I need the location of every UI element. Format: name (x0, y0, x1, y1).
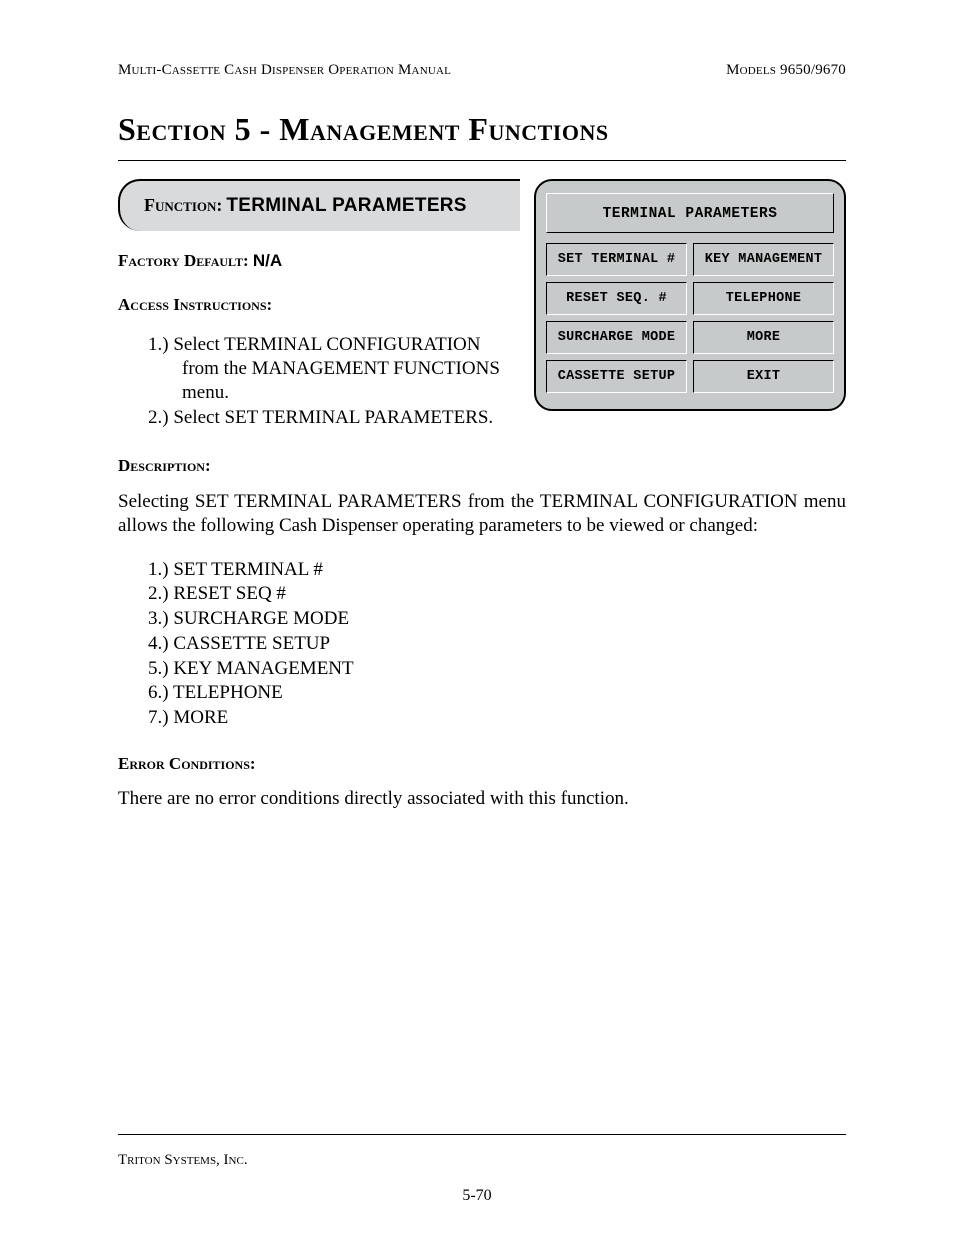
header-right: Models 9650/9670 (726, 62, 846, 79)
factory-default-label: Factory Default: (118, 251, 249, 270)
atm-button-set-terminal[interactable]: SET TERMINAL # (546, 243, 687, 276)
error-conditions-label: Error Conditions: (118, 754, 846, 774)
atm-button-key-management[interactable]: KEY MANAGEMENT (693, 243, 834, 276)
title-rule (118, 160, 846, 161)
atm-button-surcharge-mode[interactable]: SURCHARGE MODE (546, 321, 687, 354)
atm-screenshot: TERMINAL PARAMETERS SET TERMINAL # KEY M… (534, 179, 846, 411)
atm-button-telephone[interactable]: TELEPHONE (693, 282, 834, 315)
param-item: 5.) KEY MANAGEMENT (148, 657, 846, 681)
atm-button-grid: SET TERMINAL # KEY MANAGEMENT RESET SEQ.… (546, 243, 834, 393)
atm-button-cassette-setup[interactable]: CASSETTE SETUP (546, 360, 687, 393)
page-header: Multi-Cassette Cash Dispenser Operation … (118, 62, 846, 79)
function-banner: Function: TERMINAL PARAMETERS (118, 179, 520, 231)
param-item: 2.) RESET SEQ # (148, 582, 846, 606)
header-left: Multi-Cassette Cash Dispenser Operation … (118, 62, 451, 79)
access-instructions-label: Access Instructions: (118, 295, 520, 315)
content-row: Function: TERMINAL PARAMETERS Factory De… (118, 179, 846, 432)
page-number: 5-70 (0, 1187, 954, 1205)
error-conditions-body: There are no error conditions directly a… (118, 788, 846, 810)
access-steps: 1.) Select TERMINAL CONFIGURATION from t… (118, 333, 520, 430)
atm-button-exit[interactable]: EXIT (693, 360, 834, 393)
atm-button-reset-seq[interactable]: RESET SEQ. # (546, 282, 687, 315)
description-body: Selecting SET TERMINAL PARAMETERS from t… (118, 490, 846, 538)
param-item: 7.) MORE (148, 706, 846, 730)
function-name: TERMINAL PARAMETERS (226, 195, 466, 216)
factory-default: Factory Default: N/A (118, 251, 520, 271)
factory-default-value: N/A (253, 251, 282, 270)
parameter-list: 1.) SET TERMINAL # 2.) RESET SEQ # 3.) S… (118, 558, 846, 730)
access-step: 2.) Select SET TERMINAL PARAMETERS. (148, 406, 520, 430)
function-label: Function: (144, 195, 222, 215)
param-item: 6.) TELEPHONE (148, 681, 846, 705)
atm-button-more[interactable]: MORE (693, 321, 834, 354)
footer-rule (118, 1134, 846, 1135)
atm-title: TERMINAL PARAMETERS (546, 193, 834, 233)
param-item: 4.) CASSETTE SETUP (148, 632, 846, 656)
footer-company: Triton Systems, Inc. (118, 1152, 248, 1169)
param-item: 3.) SURCHARGE MODE (148, 607, 846, 631)
param-item: 1.) SET TERMINAL # (148, 558, 846, 582)
section-title: Section 5 - Management Functions (118, 111, 846, 148)
access-step: 1.) Select TERMINAL CONFIGURATION from t… (148, 333, 520, 404)
page: Multi-Cassette Cash Dispenser Operation … (0, 0, 954, 1235)
description-label: Description: (118, 456, 846, 476)
left-column: Function: TERMINAL PARAMETERS Factory De… (118, 179, 520, 432)
